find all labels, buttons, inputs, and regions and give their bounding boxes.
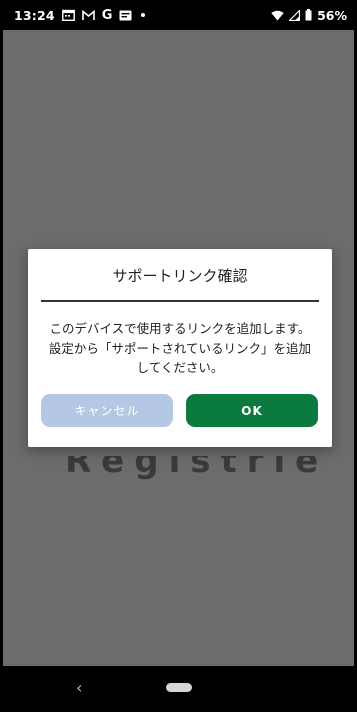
home-pill-icon[interactable] bbox=[166, 683, 192, 692]
dialog-divider bbox=[41, 300, 319, 302]
cancel-button[interactable]: キャンセル bbox=[41, 394, 173, 427]
gmail-icon bbox=[81, 9, 95, 21]
status-bar: 13:24 G 56% bbox=[0, 0, 357, 30]
battery-icon bbox=[305, 9, 312, 21]
ok-button[interactable]: OK bbox=[186, 394, 318, 427]
dialog-message-line-1: このデバイスで使用するリンクを追加します。 bbox=[49, 321, 311, 336]
background-partial-text: Registrie bbox=[65, 456, 329, 480]
messages-icon bbox=[119, 10, 132, 21]
navigation-bar: ‹ bbox=[0, 666, 357, 712]
dialog-message-line-3: してください。 bbox=[136, 360, 224, 375]
notification-dot-icon bbox=[141, 13, 146, 17]
status-left: 13:24 G bbox=[14, 7, 146, 23]
signal-icon bbox=[289, 9, 301, 21]
google-icon: G bbox=[101, 7, 113, 23]
dialog-title: サポートリンク確認 bbox=[112, 267, 248, 285]
dialog-message-line-2: 設定から「サポートされているリンク」を追加 bbox=[48, 340, 312, 356]
calendar-icon bbox=[61, 9, 75, 21]
wifi-icon bbox=[271, 10, 284, 21]
back-icon[interactable]: ‹ bbox=[76, 678, 82, 697]
battery-percent: 56% bbox=[317, 7, 347, 23]
status-right: 56% bbox=[271, 8, 347, 23]
dialog-message: このデバイスで使用するリンクを追加します。 設定から「サポートされているリンク」… bbox=[40, 319, 320, 378]
status-time: 13:24 bbox=[14, 7, 55, 23]
support-link-dialog: サポートリンク確認 このデバイスで使用するリンクを追加します。 設定から「サポー… bbox=[28, 249, 332, 447]
